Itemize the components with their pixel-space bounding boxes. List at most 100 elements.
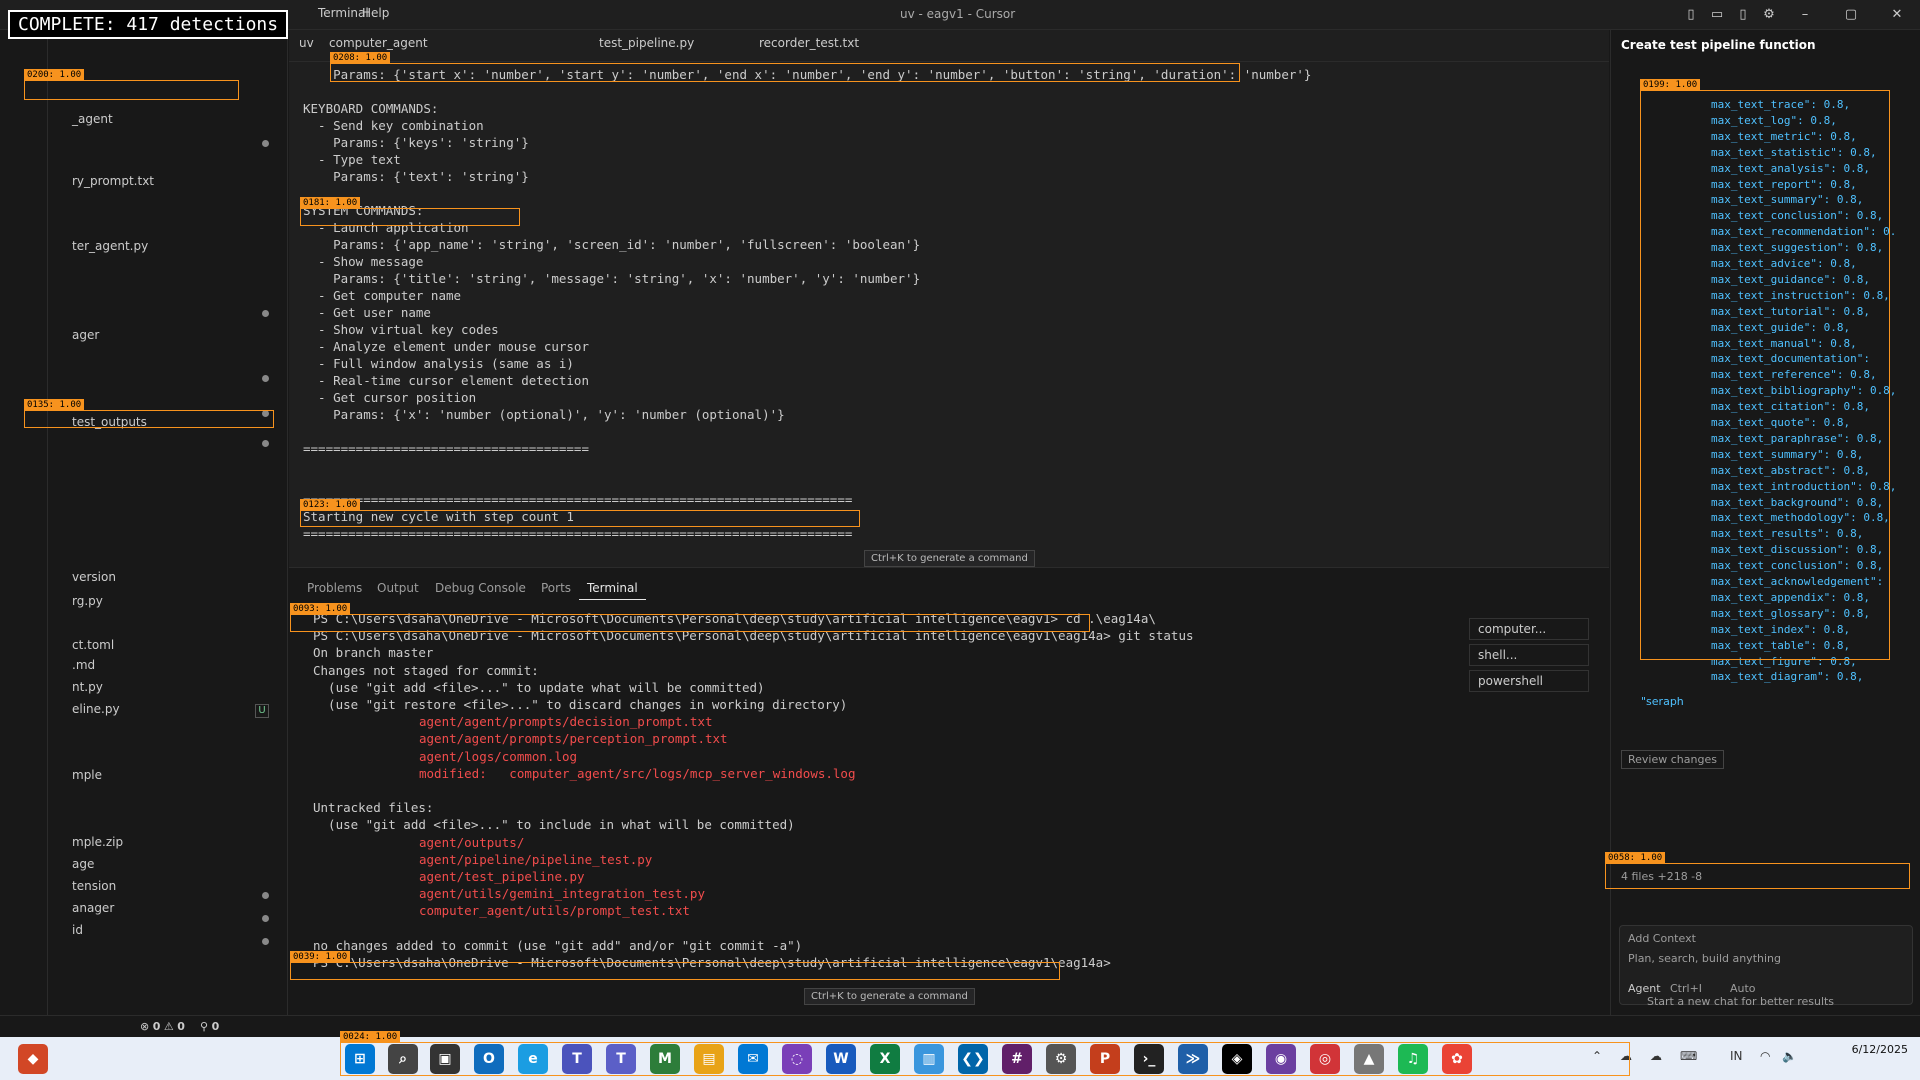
maximize-icon[interactable]: ▢ [1840,4,1862,26]
onedrive-icon[interactable]: ☁ [1620,1049,1632,1063]
tree-item[interactable]: anager [72,901,114,919]
chat-code-line: max_text_instruction": 0.8, [1711,288,1890,302]
ports-count[interactable]: ⚲ 0 [200,1020,219,1033]
wifi-icon[interactable]: ◠ [1760,1049,1770,1063]
keyboard-icon[interactable]: ⌨ [1680,1049,1697,1063]
agent-mode-button[interactable]: Agent [1628,982,1661,995]
terminal-line: agent/agent/prompts/perception_prompt.tx… [419,731,728,747]
volume-icon[interactable]: 🔈 [1782,1049,1797,1063]
close-icon[interactable]: ✕ [1886,4,1908,26]
terminal-line: Changes not staged for commit: [313,662,539,678]
minimize-icon[interactable]: – [1794,4,1816,26]
tree-item[interactable]: age [72,857,94,875]
chat-code-line: max_text_abstract": 0.8, [1711,463,1870,477]
model-auto-button[interactable]: Auto [1730,982,1756,995]
tab-output[interactable]: Output [369,578,427,600]
tree-item[interactable]: id [72,923,83,941]
cursor-app-icon[interactable]: ◈ [1222,1044,1252,1074]
window-title: uv - eagv1 - Cursor [900,7,1016,21]
terminal-item[interactable]: computer... [1469,618,1589,640]
powershell-icon[interactable]: ≫ [1178,1044,1208,1074]
untracked-badge: U [255,704,269,718]
sidebar-toggle-icon[interactable]: ▯ [1732,4,1754,26]
chrome-icon[interactable]: ◎ [1310,1044,1340,1074]
chat-code-line: max_text_log": 0.8, [1711,113,1837,127]
teams-work-icon[interactable]: T [606,1044,636,1074]
tree-item[interactable]: mple [72,768,102,786]
chat-input[interactable]: Plan, search, build anything [1628,952,1781,965]
chat-input-box[interactable]: Add Context Plan, search, build anything… [1619,925,1913,1005]
layout-icon[interactable]: ▯ [1680,4,1702,26]
copilot-icon[interactable]: ◌ [782,1044,812,1074]
panel-toggle-icon[interactable]: ▭ [1706,4,1728,26]
editor-area[interactable]: Params: {'start_x': 'number', 'start_y':… [289,62,1609,567]
terminal-item[interactable]: shell... [1469,644,1589,666]
mail-icon[interactable]: ✉ [738,1044,768,1074]
tab-debug-console[interactable]: Debug Console [427,578,534,600]
powerpoint-icon[interactable]: P [1090,1044,1120,1074]
tree-item[interactable]: ager [72,328,99,346]
onedrive-personal-icon[interactable]: ☁ [1650,1049,1662,1063]
tree-item[interactable]: version [72,570,116,588]
tab-ports[interactable]: Ports [533,578,579,600]
tab-terminal[interactable]: Terminal [579,578,646,600]
gear-icon[interactable]: ⚙ [1758,4,1780,26]
photos-icon[interactable]: ✿ [1442,1044,1472,1074]
windows-start-icon[interactable]: ⊞ [345,1044,375,1074]
ctrl-k-hint: Ctrl+K to generate a command [864,550,1035,567]
linux-icon[interactable]: ▲ [1354,1044,1384,1074]
m365-icon[interactable]: M [650,1044,680,1074]
title-bar: Terminal Help uv - eagv1 - Cursor ▯ ▭ ▯ … [0,0,1920,30]
vscode-icon[interactable]: ❮❯ [958,1044,988,1074]
code-line: Params: {'text': 'string'} [303,169,529,184]
search-icon[interactable]: ⌕ [388,1044,418,1074]
tree-item[interactable]: rg.py [72,594,103,612]
tree-item[interactable]: nt.py [72,680,103,698]
tree-item[interactable]: _agent [72,112,113,130]
review-changes-button[interactable]: Review changes [1621,750,1724,769]
tree-item[interactable]: ry_prompt.txt [72,174,154,192]
explorer-panel: _agent ry_prompt.txt ter_agent.py ager t… [48,30,288,1015]
tab-test-pipeline[interactable]: test_pipeline.py [599,36,694,58]
chat-code-line: max_text_conclusion": 0.8, [1711,209,1884,223]
chat-code-line: max_text_methodology": 0.8, [1711,511,1890,525]
tab-computer-agent[interactable]: computer_agent [329,36,428,58]
terminal-item-powershell[interactable]: powershell [1469,670,1589,692]
terminal-line: agent/agent/prompts/decision_prompt.txt [419,714,713,730]
file-explorer-icon[interactable]: ▤ [694,1044,724,1074]
tree-item[interactable]: ct.toml [72,638,114,656]
terminal-line: agent/logs/common.log [419,748,578,764]
files-summary[interactable]: 4 files +218 -8 [1621,870,1702,883]
errors-count[interactable]: ⊗ 0 ⚠ 0 [140,1020,185,1033]
teams-icon[interactable]: T [562,1044,592,1074]
terminal-line: agent/outputs/ [419,834,525,850]
menu-help[interactable]: Help [362,6,389,20]
app-icon[interactable]: ◆ [18,1044,48,1074]
outlook-icon[interactable]: O [474,1044,504,1074]
tree-item[interactable]: ter_agent.py [72,239,148,257]
settings-icon[interactable]: ⚙ [1046,1044,1076,1074]
excel-icon[interactable]: X [870,1044,900,1074]
tree-item[interactable]: eline.py [72,702,120,720]
edge-icon[interactable]: e [518,1044,548,1074]
tab-problems[interactable]: Problems [299,578,370,600]
add-context-button[interactable]: Add Context [1628,932,1696,945]
language-indicator[interactable]: IN [1730,1049,1743,1063]
code-line: - Analyze element under mouse cursor [303,339,589,354]
tree-item[interactable]: tension [72,879,116,897]
spotify-icon[interactable]: ♫ [1398,1044,1428,1074]
terminal-icon[interactable]: ›_ [1134,1044,1164,1074]
tree-item[interactable]: test_outputs [72,415,147,433]
tab-recorder-test[interactable]: recorder_test.txt [759,36,859,58]
slack-icon[interactable]: # [1002,1044,1032,1074]
remote-desktop-icon[interactable]: ▥ [914,1044,944,1074]
task-view-icon[interactable]: ▣ [430,1044,460,1074]
tree-item[interactable]: .md [72,658,95,676]
tab-uv[interactable]: uv [299,36,314,58]
code-line: Params: {'x': 'number (optional)', 'y': … [303,407,785,422]
word-icon[interactable]: W [826,1044,856,1074]
tree-item[interactable]: mple.zip [72,835,123,853]
clock[interactable]: 6/12/2025 [1818,1041,1908,1058]
tray-chevron-icon[interactable]: ⌃ [1592,1049,1602,1063]
obs-icon[interactable]: ◉ [1266,1044,1296,1074]
